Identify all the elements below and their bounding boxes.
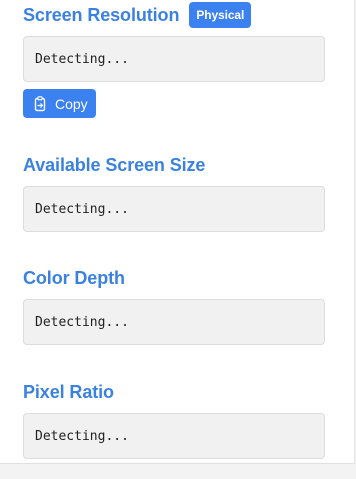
section-screen-resolution: Screen Resolution Physical Detecting... … — [23, 2, 325, 118]
section-available-screen-size: Available Screen Size Detecting... — [23, 152, 325, 232]
screen-info-panel: Screen Resolution Physical Detecting... … — [0, 0, 355, 464]
available-screen-size-title: Available Screen Size — [23, 154, 206, 175]
section-pixel-ratio: Pixel Ratio Detecting... — [23, 379, 325, 459]
available-screen-size-value: Detecting... — [23, 186, 325, 232]
section-title: Screen Resolution Physical — [23, 2, 325, 28]
color-depth-value: Detecting... — [23, 299, 325, 345]
screen-resolution-title: Screen Resolution — [23, 4, 180, 25]
color-depth-title: Color Depth — [23, 267, 125, 288]
section-color-depth: Color Depth Detecting... — [23, 265, 325, 345]
clipboard-copy-icon — [33, 95, 47, 112]
pixel-ratio-title: Pixel Ratio — [23, 381, 114, 402]
section-title: Color Depth — [23, 265, 325, 291]
copy-button-label: Copy — [55, 95, 88, 112]
copy-button[interactable]: Copy — [23, 89, 96, 118]
section-title: Available Screen Size — [23, 152, 325, 178]
section-title: Pixel Ratio — [23, 379, 325, 405]
screen-resolution-value: Detecting... — [23, 36, 325, 82]
pixel-ratio-value: Detecting... — [23, 413, 325, 459]
physical-badge: Physical — [189, 2, 252, 28]
